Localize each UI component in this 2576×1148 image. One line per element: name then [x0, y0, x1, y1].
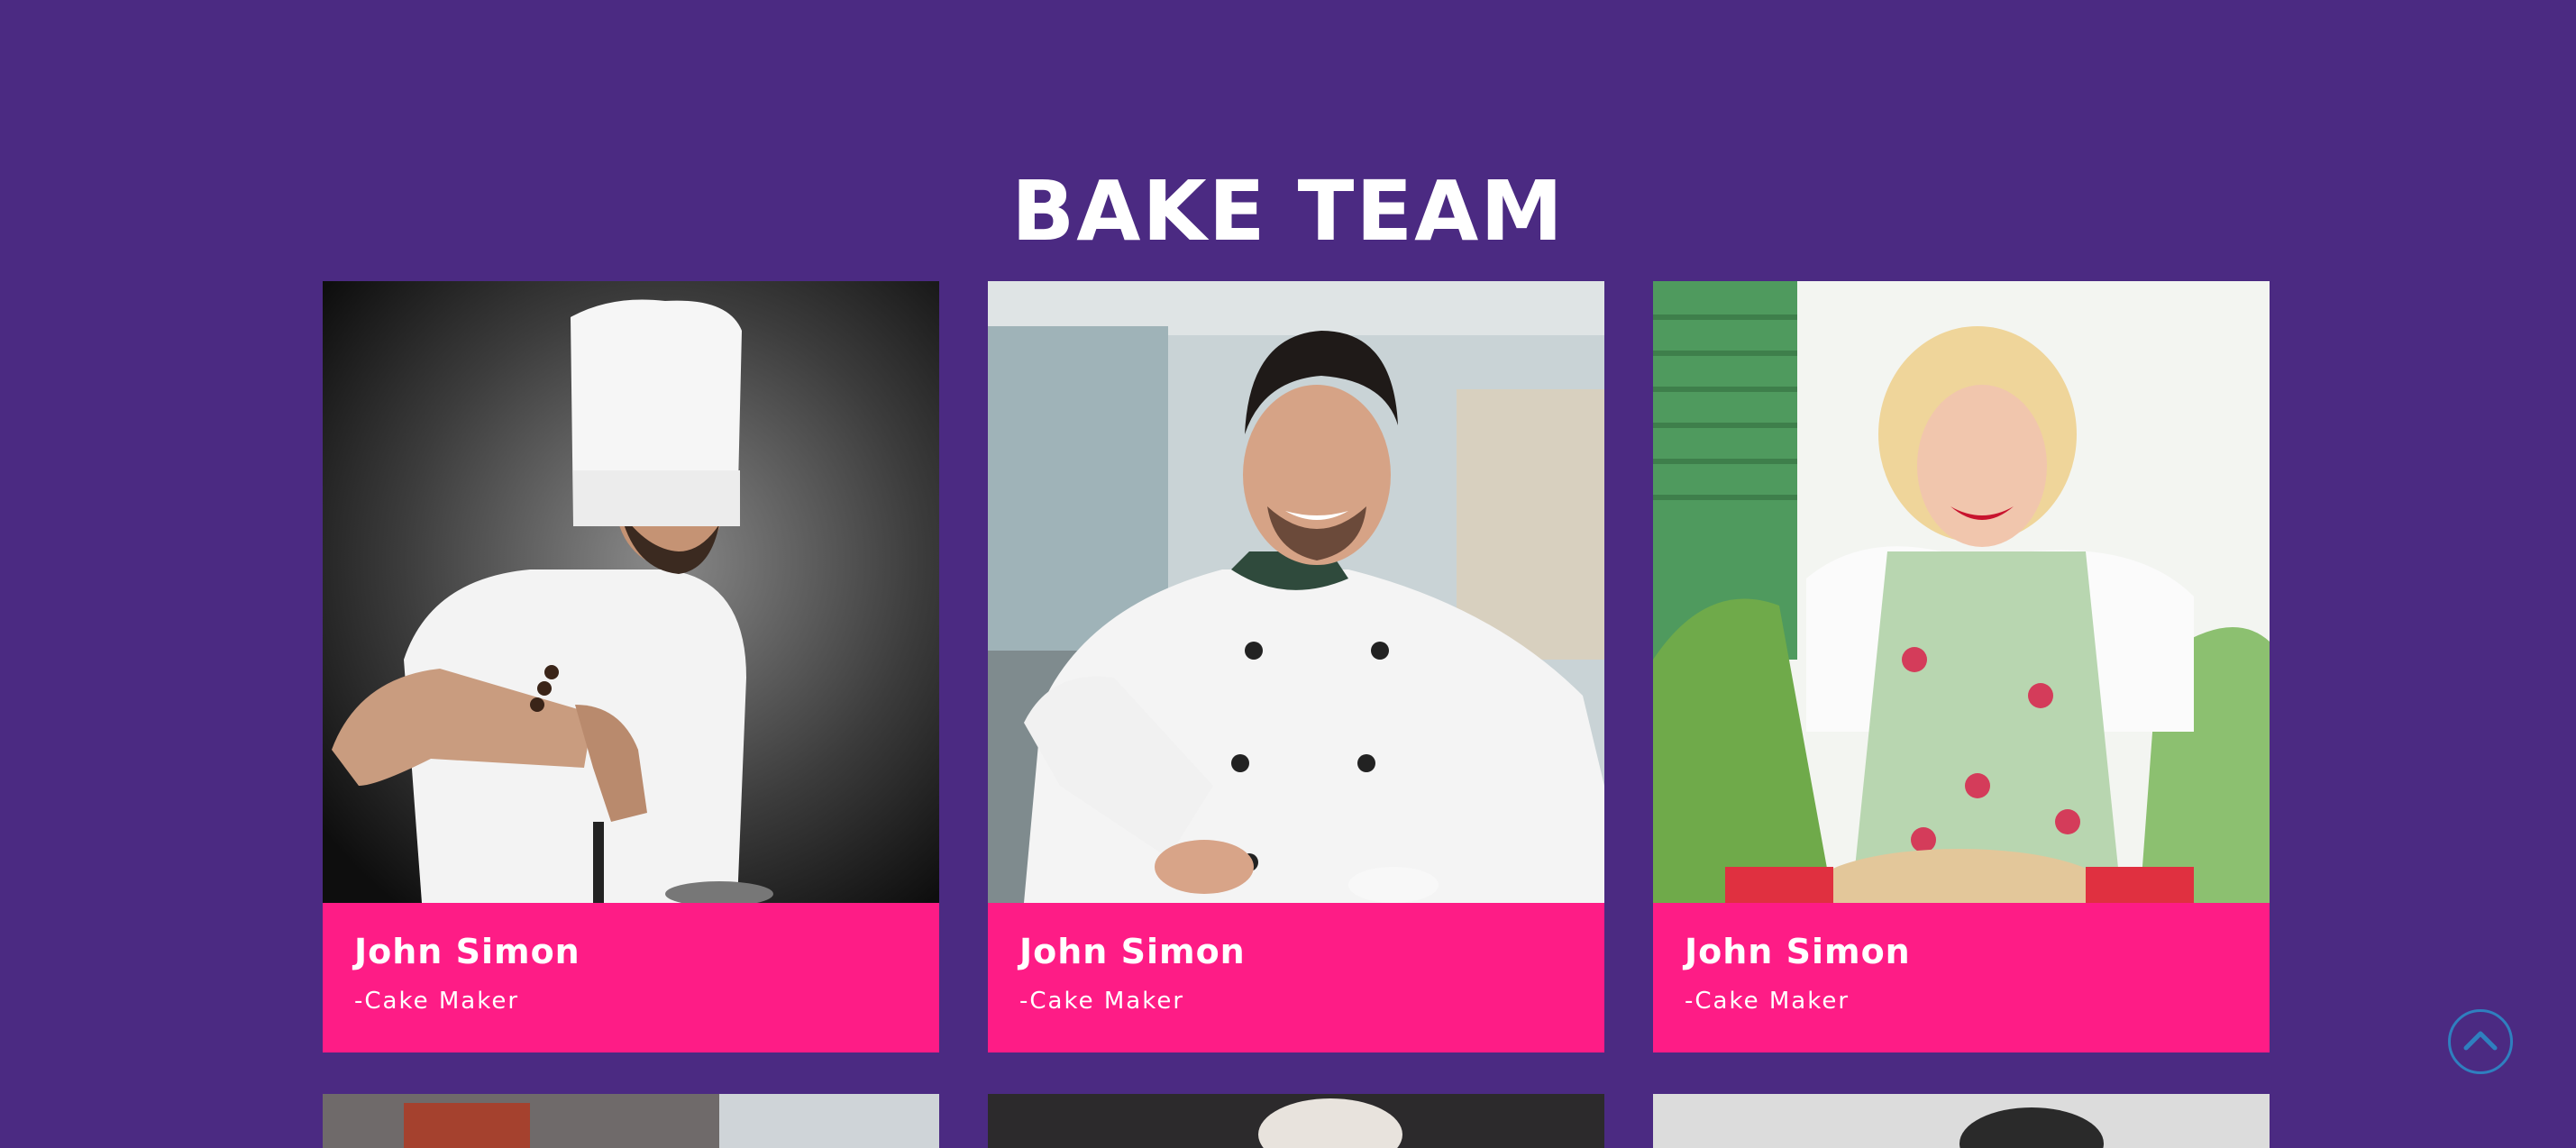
chevron-up-icon [2462, 1028, 2498, 1055]
team-member-name: John Simon [354, 932, 580, 971]
team-member-photo [323, 281, 939, 903]
team-card-partial[interactable] [988, 1094, 1604, 1148]
team-member-photo [988, 281, 1604, 903]
section-title: BAKE TEAM [1011, 162, 1565, 260]
team-card[interactable]: John Simon -Cake Maker [323, 281, 939, 1052]
team-member-role: -Cake Maker [1685, 988, 1850, 1015]
team-card-partial[interactable] [1653, 1094, 2270, 1148]
team-card[interactable]: John Simon -Cake Maker [988, 281, 1604, 1052]
team-card[interactable]: John Simon -Cake Maker [1653, 281, 2270, 1052]
team-member-role: -Cake Maker [354, 988, 520, 1015]
team-card-partial[interactable] [323, 1094, 939, 1148]
scroll-to-top-button[interactable] [2448, 1009, 2513, 1074]
team-member-photo [1653, 281, 2270, 903]
team-member-info: John Simon -Cake Maker [988, 903, 1604, 1052]
team-member-name: John Simon [1685, 932, 1911, 971]
team-member-info: John Simon -Cake Maker [323, 903, 939, 1052]
team-member-info: John Simon -Cake Maker [1653, 903, 2270, 1052]
team-member-name: John Simon [1019, 932, 1246, 971]
team-member-role: -Cake Maker [1019, 988, 1185, 1015]
